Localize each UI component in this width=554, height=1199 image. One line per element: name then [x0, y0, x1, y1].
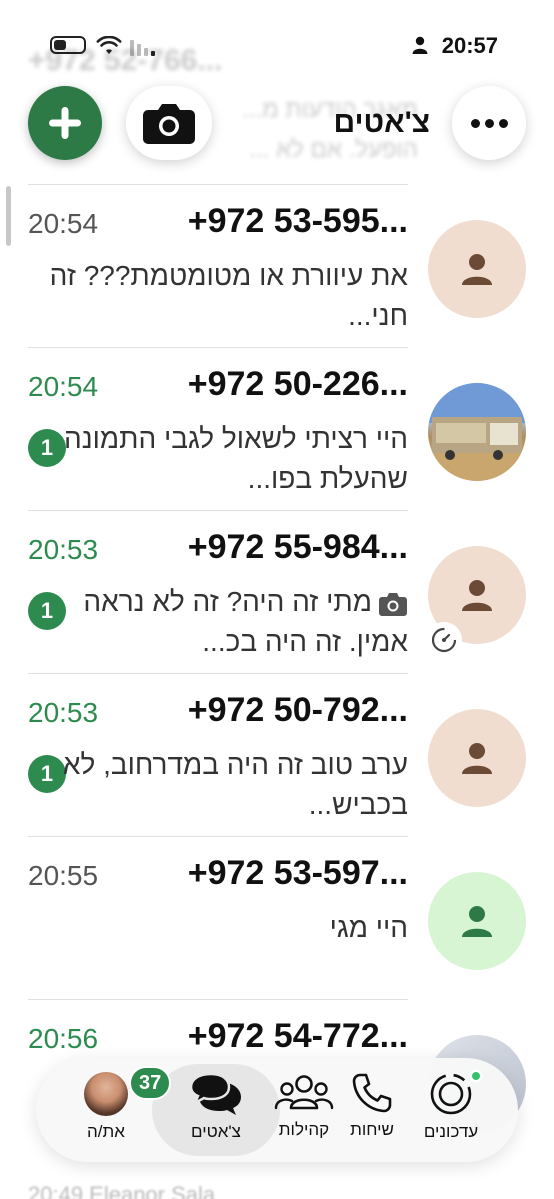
chat-name: +972 53-595... [187, 202, 408, 240]
updates-icon [430, 1073, 472, 1115]
divider [28, 836, 408, 837]
truck-photo [428, 383, 526, 481]
chat-time: 20:56 [28, 1023, 99, 1054]
plus-icon [49, 107, 81, 139]
chat-time: 20:54 [28, 371, 99, 402]
chat-time: 20:54 [28, 208, 99, 239]
communities-icon [274, 1075, 334, 1110]
chat-preview: את עיוורת או מטומטמת??? זה חני... [49, 260, 408, 331]
chat-preview: היי רציתי לשאול לגבי התמונה שהעלת בפו... [63, 423, 408, 494]
tab-label: את/ה [87, 1122, 125, 1141]
chat-preview: ערב טוב זה היה במדרחוב, לא בכביש... [62, 749, 408, 820]
disappearing-timer-icon [426, 622, 462, 658]
dot [484, 118, 494, 128]
camera-button[interactable] [126, 86, 212, 160]
chat-name: +972 54-772... [187, 1017, 408, 1055]
person-icon [412, 36, 428, 54]
chat-name: +972 50-792... [187, 691, 408, 729]
phone-icon [352, 1073, 392, 1113]
signal-icon [130, 40, 155, 56]
chat-row[interactable]: 20:55 +972 53-597... היי מגי [0, 836, 554, 999]
tab-bar: את/ה צ'אטים 37 קהילות שיחות עדכונים [36, 1058, 518, 1162]
wifi-icon [96, 36, 122, 54]
chat-name: +972 55-984... [187, 528, 408, 566]
person-icon [462, 580, 492, 611]
tab-label: קהילות [278, 1120, 330, 1139]
tab-calls[interactable]: שיחות [336, 1058, 408, 1162]
chat-preview: מתי זה היה? זה לא נראה אמין. זה היה בכ..… [38, 582, 408, 662]
chat-preview: היי מגי [329, 912, 408, 943]
chat-row[interactable]: 20:53 +972 50-792... 1 ערב טוב זה היה במ… [0, 673, 554, 836]
unread-count-badge: 37 [129, 1066, 172, 1100]
tab-label: שיחות [350, 1120, 394, 1139]
person-icon [462, 743, 492, 774]
chat-time: 20:55 [28, 860, 99, 891]
clock: 20:57 [441, 33, 498, 58]
dot [498, 118, 508, 128]
divider [28, 347, 408, 348]
avatar[interactable] [428, 220, 526, 318]
more-options-button[interactable] [452, 86, 526, 160]
tab-label: עדכונים [423, 1122, 479, 1141]
new-update-indicator [470, 1070, 482, 1082]
camera-icon [143, 104, 195, 144]
chat-row[interactable]: 20:54 +972 50-226... 1 היי רציתי לשאול ל… [0, 347, 554, 510]
dot [470, 118, 480, 128]
divider [28, 673, 408, 674]
divider [28, 184, 408, 185]
battery-icon [50, 36, 86, 54]
scrolled-content-ghost: 20:49 Eleanor Sala [28, 1182, 216, 1199]
divider [28, 999, 408, 1000]
chat-time: 20:53 [28, 697, 99, 728]
avatar-photo[interactable] [428, 383, 526, 481]
chats-icon [189, 1072, 241, 1115]
avatar[interactable] [428, 709, 526, 807]
avatar[interactable] [428, 872, 526, 970]
camera-icon [379, 592, 407, 616]
chat-time: 20:53 [28, 534, 99, 565]
chat-name: +972 53-597... [187, 854, 408, 892]
person-icon [462, 254, 492, 285]
chat-row[interactable]: 20:53 +972 55-984... 1 מתי זה היה? זה לא… [0, 510, 554, 673]
tab-label: צ'אטים [191, 1122, 241, 1141]
page-title: צ'אטים [333, 106, 430, 139]
new-chat-button[interactable] [28, 86, 102, 160]
chat-row[interactable]: 20:54 +972 53-595... את עיוורת או מטומטמ… [0, 184, 554, 347]
divider [28, 510, 408, 511]
header: צ'אטים [0, 84, 554, 164]
chat-name: +972 50-226... [187, 365, 408, 403]
avatar [84, 1072, 128, 1116]
status-bar: 20:57 [0, 0, 554, 62]
chat-preview-text: מתי זה היה? זה לא נראה אמין. זה היה בכ..… [83, 586, 408, 657]
chat-list: 20:54 +972 53-595... את עיוורת או מטומטמ… [0, 184, 554, 1162]
person-icon [462, 906, 492, 937]
